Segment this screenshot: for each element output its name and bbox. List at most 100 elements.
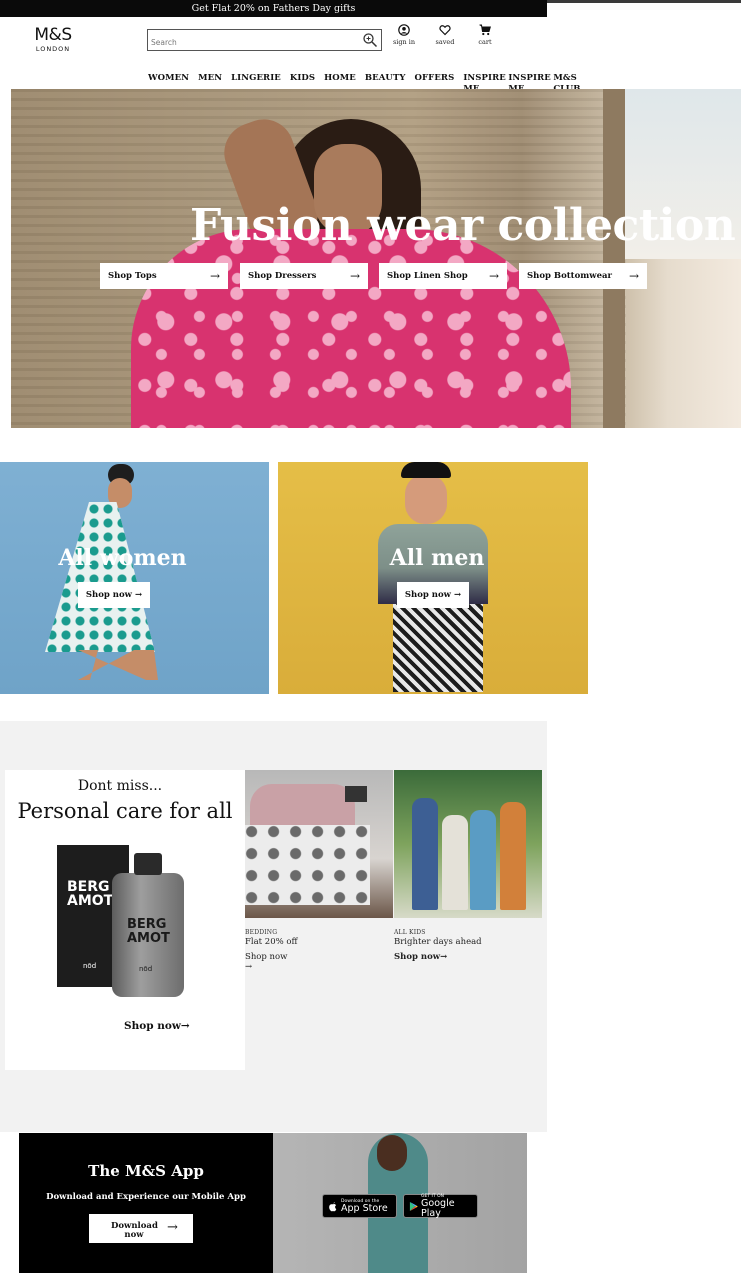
bedding-subtitle: Flat 20% off: [245, 937, 298, 947]
search-input[interactable]: [148, 32, 348, 53]
shop-tops-button[interactable]: Shop Tops →: [100, 263, 228, 289]
app-model-head: [377, 1135, 407, 1171]
app-store-badge[interactable]: Download on the App Store: [322, 1194, 397, 1218]
nav-men[interactable]: MEN: [198, 73, 222, 89]
arrow-right-icon: →: [180, 1020, 190, 1032]
product-bottle-brand: nōd: [139, 965, 153, 973]
user-icon: [398, 24, 410, 36]
women-model-dress: [45, 502, 155, 652]
kid-figure: [412, 798, 438, 910]
saved-label: saved: [435, 38, 455, 46]
logo-city: LONDON: [35, 45, 71, 53]
nav-home[interactable]: HOME: [324, 73, 356, 89]
bed-headboard: [250, 784, 355, 829]
bedding-image[interactable]: [245, 770, 393, 918]
arrow-right-icon: →: [349, 269, 360, 283]
arrow-right-icon: →: [488, 269, 499, 283]
kid-figure: [500, 802, 526, 910]
arrow-right-icon: →: [245, 962, 253, 972]
bedding-shop-label: Shop now: [245, 952, 288, 962]
shop-linen-label: Shop Linen Shop: [387, 271, 468, 281]
bed-duvet: [245, 825, 370, 905]
men-shop-now-button[interactable]: Shop now →: [397, 582, 469, 608]
arrow-right-icon: →: [440, 952, 448, 962]
kid-figure: [470, 810, 496, 910]
heart-icon: [439, 25, 451, 36]
shop-dressers-label: Shop Dressers: [248, 271, 317, 281]
bedding-category: BEDDING: [245, 929, 278, 936]
promo-banner[interactable]: Get Flat 20% on Fathers Day gifts: [0, 0, 547, 17]
men-model-face: [405, 474, 447, 524]
sign-in-label: sign in: [392, 38, 416, 46]
nav-ms-club[interactable]: M&S CLUB: [553, 73, 581, 89]
google-play-badge[interactable]: GET IT ON Google Play: [403, 1194, 478, 1218]
product-box-brand: nōd: [83, 962, 97, 970]
men-shop-now-label: Shop now: [404, 590, 451, 600]
app-subtitle: Download and Experience our Mobile App: [46, 1192, 246, 1202]
product-bottle-label: BERG AMOT: [127, 917, 170, 946]
shop-bottomwear-button[interactable]: Shop Bottomwear →: [519, 263, 647, 289]
main-nav: WOMEN MEN LINGERIE KIDS HOME BEAUTY OFFE…: [148, 73, 590, 89]
promo-title: Personal care for all: [17, 799, 233, 823]
sign-in-button[interactable]: sign in: [384, 24, 424, 46]
bedding-shop-now[interactable]: Shop now →: [245, 952, 295, 972]
nav-beauty[interactable]: BEAUTY: [365, 73, 406, 89]
nav-kids[interactable]: KIDS: [290, 73, 315, 89]
men-model-shorts: [393, 604, 483, 692]
hero-pillar: [603, 89, 625, 428]
category-women-title: All women: [58, 545, 187, 571]
app-title: The M&S App: [88, 1162, 204, 1180]
personal-care-shop-label: Shop now: [124, 1020, 181, 1032]
women-shop-now-button[interactable]: Shop now →: [78, 582, 150, 608]
cart-label: cart: [478, 38, 492, 46]
personal-care-shop-now[interactable]: Shop now→: [124, 1020, 190, 1032]
nav-inspire-me-2[interactable]: INSPIRE ME: [508, 73, 550, 89]
nav-offers[interactable]: OFFERS: [415, 73, 455, 89]
logo-brand: M&S: [34, 25, 72, 45]
saved-button[interactable]: saved: [425, 24, 465, 46]
kids-subtitle: Brighter days ahead: [394, 937, 482, 947]
bottle-cap: [134, 853, 162, 875]
promo-kicker: Dont miss...: [77, 778, 163, 794]
shop-linen-button[interactable]: Shop Linen Shop →: [379, 263, 507, 289]
ms-logo[interactable]: M&S LONDON: [28, 26, 78, 53]
hero-model-dress: [131, 229, 571, 428]
men-model-cap: [401, 462, 451, 478]
shop-dressers-button[interactable]: Shop Dressers →: [240, 263, 368, 289]
bed-lamp: [345, 786, 367, 802]
shop-tops-label: Shop Tops: [108, 271, 157, 281]
google-play-big: Google Play: [421, 1197, 455, 1219]
nav-women[interactable]: WOMEN: [148, 73, 189, 89]
kids-shop-now[interactable]: Shop now→: [394, 952, 447, 962]
women-model-legs: [78, 650, 158, 680]
download-now-label: Download now: [111, 1221, 158, 1240]
women-shop-now-label: Shop now: [85, 590, 132, 600]
kids-image[interactable]: [394, 770, 542, 918]
arrow-right-icon: →: [134, 590, 143, 600]
arrow-right-icon: →: [209, 269, 220, 283]
arrow-right-icon: →: [167, 1220, 178, 1235]
app-promo-panel: [19, 1133, 273, 1273]
search-box[interactable]: [147, 29, 382, 53]
cart-button[interactable]: cart: [465, 24, 505, 46]
app-store-big: App Store: [341, 1202, 388, 1214]
category-men-title: All men: [389, 545, 485, 571]
nav-lingerie[interactable]: LINGERIE: [231, 73, 281, 89]
play-icon: [409, 1201, 418, 1211]
shop-bottomwear-label: Shop Bottomwear: [527, 271, 612, 281]
kids-shop-label: Shop now: [394, 952, 441, 962]
hero-banner[interactable]: [11, 89, 741, 428]
arrow-right-icon: →: [628, 269, 639, 283]
arrow-right-icon: →: [453, 590, 462, 600]
app-image: [273, 1133, 527, 1273]
product-bottle-image: BERG AMOT nōd: [112, 853, 184, 997]
top-edge-line: [547, 0, 741, 3]
cart-icon: [479, 24, 491, 36]
apple-icon: [329, 1201, 337, 1211]
category-men-card[interactable]: All men Shop now →: [278, 462, 588, 694]
kid-figure: [442, 815, 468, 910]
download-now-button[interactable]: Download now →: [89, 1214, 193, 1243]
search-icon[interactable]: [362, 32, 378, 48]
nav-inspire-me[interactable]: INSPIRE ME: [463, 73, 505, 89]
category-women-card[interactable]: All women Shop now →: [0, 462, 269, 694]
